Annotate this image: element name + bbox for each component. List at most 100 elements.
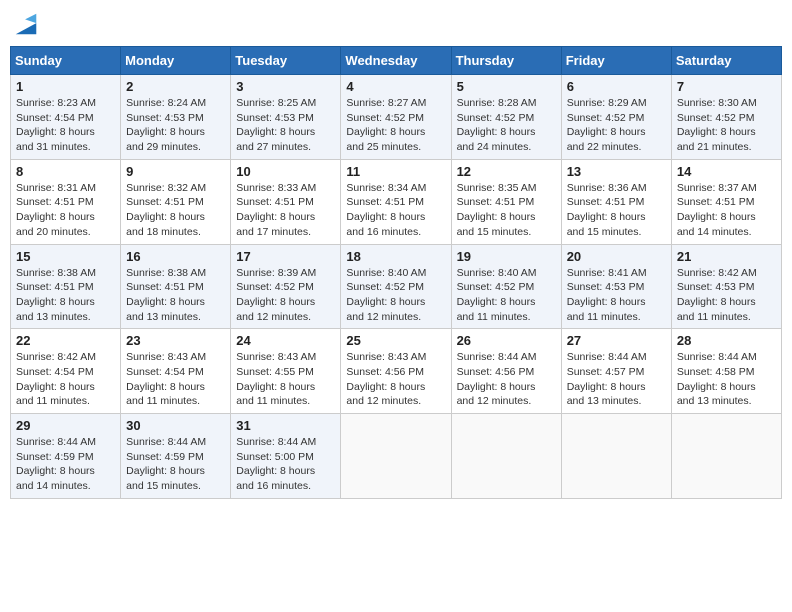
day-number: 16 xyxy=(126,249,225,264)
weekday-header: Monday xyxy=(121,47,231,75)
calendar-day-cell xyxy=(341,414,451,499)
calendar-day-cell: 26 Sunrise: 8:44 AM Sunset: 4:56 PM Dayl… xyxy=(451,329,561,414)
calendar-day-cell: 25 Sunrise: 8:43 AM Sunset: 4:56 PM Dayl… xyxy=(341,329,451,414)
day-info: Sunrise: 8:38 AM Sunset: 4:51 PM Dayligh… xyxy=(126,266,225,325)
calendar-day-cell: 27 Sunrise: 8:44 AM Sunset: 4:57 PM Dayl… xyxy=(561,329,671,414)
day-number: 13 xyxy=(567,164,666,179)
weekday-header-row: SundayMondayTuesdayWednesdayThursdayFrid… xyxy=(11,47,782,75)
day-number: 3 xyxy=(236,79,335,94)
logo-icon xyxy=(12,10,40,38)
day-info: Sunrise: 8:27 AM Sunset: 4:52 PM Dayligh… xyxy=(346,96,445,155)
calendar-day-cell: 30 Sunrise: 8:44 AM Sunset: 4:59 PM Dayl… xyxy=(121,414,231,499)
day-number: 9 xyxy=(126,164,225,179)
day-info: Sunrise: 8:43 AM Sunset: 4:55 PM Dayligh… xyxy=(236,350,335,409)
weekday-header: Sunday xyxy=(11,47,121,75)
day-info: Sunrise: 8:39 AM Sunset: 4:52 PM Dayligh… xyxy=(236,266,335,325)
calendar-day-cell: 14 Sunrise: 8:37 AM Sunset: 4:51 PM Dayl… xyxy=(671,159,781,244)
day-info: Sunrise: 8:38 AM Sunset: 4:51 PM Dayligh… xyxy=(16,266,115,325)
calendar-day-cell: 7 Sunrise: 8:30 AM Sunset: 4:52 PM Dayli… xyxy=(671,75,781,160)
calendar-week-row: 15 Sunrise: 8:38 AM Sunset: 4:51 PM Dayl… xyxy=(11,244,782,329)
calendar-day-cell: 2 Sunrise: 8:24 AM Sunset: 4:53 PM Dayli… xyxy=(121,75,231,160)
day-number: 25 xyxy=(346,333,445,348)
day-info: Sunrise: 8:43 AM Sunset: 4:56 PM Dayligh… xyxy=(346,350,445,409)
day-info: Sunrise: 8:44 AM Sunset: 4:56 PM Dayligh… xyxy=(457,350,556,409)
weekday-header: Friday xyxy=(561,47,671,75)
day-number: 5 xyxy=(457,79,556,94)
day-number: 18 xyxy=(346,249,445,264)
day-info: Sunrise: 8:41 AM Sunset: 4:53 PM Dayligh… xyxy=(567,266,666,325)
calendar-day-cell: 13 Sunrise: 8:36 AM Sunset: 4:51 PM Dayl… xyxy=(561,159,671,244)
day-number: 29 xyxy=(16,418,115,433)
weekday-header: Saturday xyxy=(671,47,781,75)
day-number: 23 xyxy=(126,333,225,348)
day-info: Sunrise: 8:25 AM Sunset: 4:53 PM Dayligh… xyxy=(236,96,335,155)
calendar-day-cell: 12 Sunrise: 8:35 AM Sunset: 4:51 PM Dayl… xyxy=(451,159,561,244)
calendar-day-cell: 22 Sunrise: 8:42 AM Sunset: 4:54 PM Dayl… xyxy=(11,329,121,414)
day-info: Sunrise: 8:44 AM Sunset: 4:59 PM Dayligh… xyxy=(16,435,115,494)
day-number: 19 xyxy=(457,249,556,264)
day-info: Sunrise: 8:43 AM Sunset: 4:54 PM Dayligh… xyxy=(126,350,225,409)
day-info: Sunrise: 8:36 AM Sunset: 4:51 PM Dayligh… xyxy=(567,181,666,240)
day-number: 14 xyxy=(677,164,776,179)
calendar-day-cell: 24 Sunrise: 8:43 AM Sunset: 4:55 PM Dayl… xyxy=(231,329,341,414)
page-header xyxy=(10,10,782,38)
calendar-day-cell: 1 Sunrise: 8:23 AM Sunset: 4:54 PM Dayli… xyxy=(11,75,121,160)
day-info: Sunrise: 8:37 AM Sunset: 4:51 PM Dayligh… xyxy=(677,181,776,240)
day-info: Sunrise: 8:31 AM Sunset: 4:51 PM Dayligh… xyxy=(16,181,115,240)
calendar-day-cell: 20 Sunrise: 8:41 AM Sunset: 4:53 PM Dayl… xyxy=(561,244,671,329)
day-number: 10 xyxy=(236,164,335,179)
day-number: 4 xyxy=(346,79,445,94)
day-info: Sunrise: 8:42 AM Sunset: 4:54 PM Dayligh… xyxy=(16,350,115,409)
calendar-day-cell: 5 Sunrise: 8:28 AM Sunset: 4:52 PM Dayli… xyxy=(451,75,561,160)
day-info: Sunrise: 8:44 AM Sunset: 4:59 PM Dayligh… xyxy=(126,435,225,494)
calendar-day-cell: 18 Sunrise: 8:40 AM Sunset: 4:52 PM Dayl… xyxy=(341,244,451,329)
calendar-day-cell: 15 Sunrise: 8:38 AM Sunset: 4:51 PM Dayl… xyxy=(11,244,121,329)
calendar-day-cell: 28 Sunrise: 8:44 AM Sunset: 4:58 PM Dayl… xyxy=(671,329,781,414)
calendar-day-cell: 29 Sunrise: 8:44 AM Sunset: 4:59 PM Dayl… xyxy=(11,414,121,499)
calendar-day-cell: 17 Sunrise: 8:39 AM Sunset: 4:52 PM Dayl… xyxy=(231,244,341,329)
calendar-week-row: 29 Sunrise: 8:44 AM Sunset: 4:59 PM Dayl… xyxy=(11,414,782,499)
day-info: Sunrise: 8:40 AM Sunset: 4:52 PM Dayligh… xyxy=(346,266,445,325)
day-number: 7 xyxy=(677,79,776,94)
day-info: Sunrise: 8:40 AM Sunset: 4:52 PM Dayligh… xyxy=(457,266,556,325)
calendar-day-cell: 31 Sunrise: 8:44 AM Sunset: 5:00 PM Dayl… xyxy=(231,414,341,499)
calendar-day-cell: 11 Sunrise: 8:34 AM Sunset: 4:51 PM Dayl… xyxy=(341,159,451,244)
calendar-day-cell: 6 Sunrise: 8:29 AM Sunset: 4:52 PM Dayli… xyxy=(561,75,671,160)
day-number: 11 xyxy=(346,164,445,179)
day-number: 2 xyxy=(126,79,225,94)
day-info: Sunrise: 8:44 AM Sunset: 5:00 PM Dayligh… xyxy=(236,435,335,494)
calendar-day-cell: 4 Sunrise: 8:27 AM Sunset: 4:52 PM Dayli… xyxy=(341,75,451,160)
day-info: Sunrise: 8:33 AM Sunset: 4:51 PM Dayligh… xyxy=(236,181,335,240)
calendar-day-cell: 19 Sunrise: 8:40 AM Sunset: 4:52 PM Dayl… xyxy=(451,244,561,329)
day-number: 24 xyxy=(236,333,335,348)
day-number: 21 xyxy=(677,249,776,264)
day-number: 1 xyxy=(16,79,115,94)
day-number: 28 xyxy=(677,333,776,348)
day-number: 31 xyxy=(236,418,335,433)
day-info: Sunrise: 8:29 AM Sunset: 4:52 PM Dayligh… xyxy=(567,96,666,155)
calendar-day-cell xyxy=(451,414,561,499)
day-number: 20 xyxy=(567,249,666,264)
day-info: Sunrise: 8:34 AM Sunset: 4:51 PM Dayligh… xyxy=(346,181,445,240)
day-number: 17 xyxy=(236,249,335,264)
day-number: 26 xyxy=(457,333,556,348)
day-info: Sunrise: 8:28 AM Sunset: 4:52 PM Dayligh… xyxy=(457,96,556,155)
day-number: 22 xyxy=(16,333,115,348)
calendar-day-cell: 3 Sunrise: 8:25 AM Sunset: 4:53 PM Dayli… xyxy=(231,75,341,160)
calendar-day-cell: 23 Sunrise: 8:43 AM Sunset: 4:54 PM Dayl… xyxy=(121,329,231,414)
day-info: Sunrise: 8:24 AM Sunset: 4:53 PM Dayligh… xyxy=(126,96,225,155)
calendar-week-row: 22 Sunrise: 8:42 AM Sunset: 4:54 PM Dayl… xyxy=(11,329,782,414)
calendar-day-cell: 21 Sunrise: 8:42 AM Sunset: 4:53 PM Dayl… xyxy=(671,244,781,329)
day-info: Sunrise: 8:32 AM Sunset: 4:51 PM Dayligh… xyxy=(126,181,225,240)
calendar-day-cell: 10 Sunrise: 8:33 AM Sunset: 4:51 PM Dayl… xyxy=(231,159,341,244)
day-info: Sunrise: 8:23 AM Sunset: 4:54 PM Dayligh… xyxy=(16,96,115,155)
day-number: 6 xyxy=(567,79,666,94)
calendar-week-row: 8 Sunrise: 8:31 AM Sunset: 4:51 PM Dayli… xyxy=(11,159,782,244)
calendar-week-row: 1 Sunrise: 8:23 AM Sunset: 4:54 PM Dayli… xyxy=(11,75,782,160)
day-number: 8 xyxy=(16,164,115,179)
day-info: Sunrise: 8:44 AM Sunset: 4:57 PM Dayligh… xyxy=(567,350,666,409)
day-number: 15 xyxy=(16,249,115,264)
weekday-header: Tuesday xyxy=(231,47,341,75)
logo xyxy=(10,14,40,38)
calendar-day-cell: 9 Sunrise: 8:32 AM Sunset: 4:51 PM Dayli… xyxy=(121,159,231,244)
